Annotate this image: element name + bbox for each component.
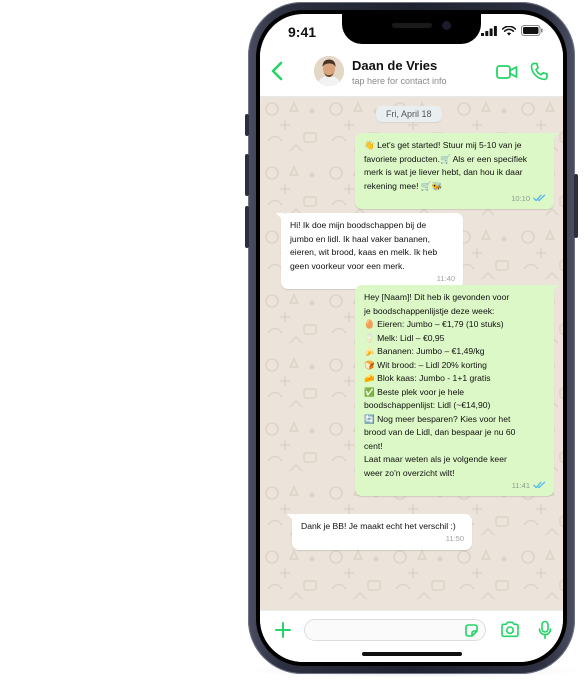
- avatar[interactable]: [314, 56, 344, 86]
- phone-bezel: 9:41 Daan de Vries tap here for contact …: [256, 10, 567, 666]
- message-line: Dank je BB! Je maakt echt het verschil :…: [301, 521, 456, 531]
- message-line: boodschappenlijst: Lidl (~€14,90): [364, 400, 491, 410]
- message-line: brood van de Lidl, dan bespaar je nu 60: [364, 427, 516, 437]
- message-time: 11:41: [511, 480, 530, 490]
- phone-call-icon[interactable]: [530, 62, 548, 81]
- microphone-icon[interactable]: [538, 620, 552, 640]
- message-meta: 11:50: [446, 532, 464, 546]
- message-line: 🧀 Blok kaas: Jumbo - 1+1 gratis: [364, 373, 491, 383]
- message-meta: 11:40: [437, 272, 455, 286]
- message-line: ✅ Beste plek voor je hele: [364, 386, 465, 397]
- back-chevron-icon[interactable]: [270, 61, 284, 81]
- status-icons: [481, 25, 543, 36]
- message-line: 🥛 Melk: Lidl – €0,95: [364, 332, 445, 343]
- plus-icon[interactable]: [274, 621, 292, 639]
- message-time: 11:50: [445, 534, 464, 543]
- contact-info-hint[interactable]: tap here for contact info: [352, 76, 447, 86]
- message-line: 🔄 Nog meer besparen? Kies voor het: [364, 413, 511, 424]
- bubble-tail: [551, 285, 559, 293]
- date-separator: Fri, April 18: [376, 106, 442, 122]
- message-line: geen voorkeur voor een merk.: [290, 260, 405, 271]
- video-call-icon[interactable]: [496, 64, 518, 80]
- message-meta: 11:41: [512, 479, 546, 493]
- front-camera: [442, 21, 451, 30]
- bubble-tail: [276, 213, 284, 221]
- message-outgoing-1[interactable]: 👋 Let's get started! Stuur mij 5-10 van …: [355, 133, 559, 209]
- message-time: 11:40: [436, 273, 455, 283]
- read-ticks-icon: [533, 194, 546, 202]
- bubble-tail: [287, 514, 295, 522]
- message-line: Laat maar weten als je volgende keer: [364, 454, 507, 464]
- message-incoming-2[interactable]: Dank je BB! Je maakt echt het verschil :…: [287, 514, 472, 550]
- home-indicator[interactable]: [362, 652, 462, 656]
- message-outgoing-2[interactable]: Hey [Naam]! Dit heb ik gevonden voor je …: [355, 285, 559, 496]
- volume-up-button: [245, 154, 249, 196]
- phone-frame: 9:41 Daan de Vries tap here for contact …: [245, 2, 578, 674]
- message-line: 🍞 Wit brood: – Lidl 20% korting: [364, 359, 487, 370]
- message-line: merk is wat je liever hebt, dan hou ik d…: [364, 167, 523, 177]
- power-button: [574, 174, 578, 238]
- battery-icon: [521, 25, 543, 36]
- message-line: 👋 Let's get started! Stuur mij 5-10 van …: [364, 140, 522, 150]
- wifi-icon: [502, 25, 516, 36]
- message-line: cent!: [364, 440, 383, 451]
- notch: [342, 14, 481, 44]
- volume-down-button: [245, 206, 249, 248]
- bubble-tail: [551, 133, 559, 141]
- message-incoming-1[interactable]: Hi! Ik doe mijn boodschappen bij de jumb…: [276, 213, 463, 289]
- message-line: Hey [Naam]! Dit heb ik gevonden voor: [364, 292, 510, 302]
- contact-name[interactable]: Daan de Vries: [352, 58, 437, 73]
- message-line: eieren, wit brood, kaas en melk. Ik heb: [290, 247, 438, 257]
- signal-icon: [481, 25, 497, 36]
- message-line: 🥚 Eieren: Jumbo – €1,79 (10 stuks): [364, 319, 504, 329]
- message-input[interactable]: [304, 619, 486, 641]
- message-meta: 10:10: [511, 192, 546, 206]
- mute-switch: [245, 114, 249, 136]
- message-time: 10:10: [511, 193, 530, 203]
- message-line: je boodschappenlijstje deze week:: [364, 305, 495, 316]
- chat-area[interactable]: Fri, April 18 👋 Let's get started! Stuur…: [260, 97, 563, 610]
- sticker-icon[interactable]: [464, 623, 479, 638]
- message-line: jumbo en lidl. Ik haal vaker bananen,: [290, 233, 430, 244]
- message-line: Hi! Ik doe mijn boodschappen bij de: [290, 220, 427, 230]
- earpiece-speaker: [392, 23, 432, 28]
- phone-screen: 9:41 Daan de Vries tap here for contact …: [260, 14, 563, 662]
- message-line: favoriete producten.🛒 Als er een specifi…: [364, 153, 528, 164]
- avatar-portrait-icon: [314, 56, 344, 86]
- status-time: 9:41: [288, 24, 317, 40]
- phone-mockup-stage: 9:41 Daan de Vries tap here for contact …: [0, 0, 588, 682]
- camera-icon[interactable]: [500, 621, 520, 638]
- read-ticks-icon: [533, 481, 546, 489]
- chat-header: Daan de Vries tap here for contact info: [260, 48, 563, 97]
- message-line: 🍌 Bananen: Jumbo – €1,49/kg: [364, 346, 485, 356]
